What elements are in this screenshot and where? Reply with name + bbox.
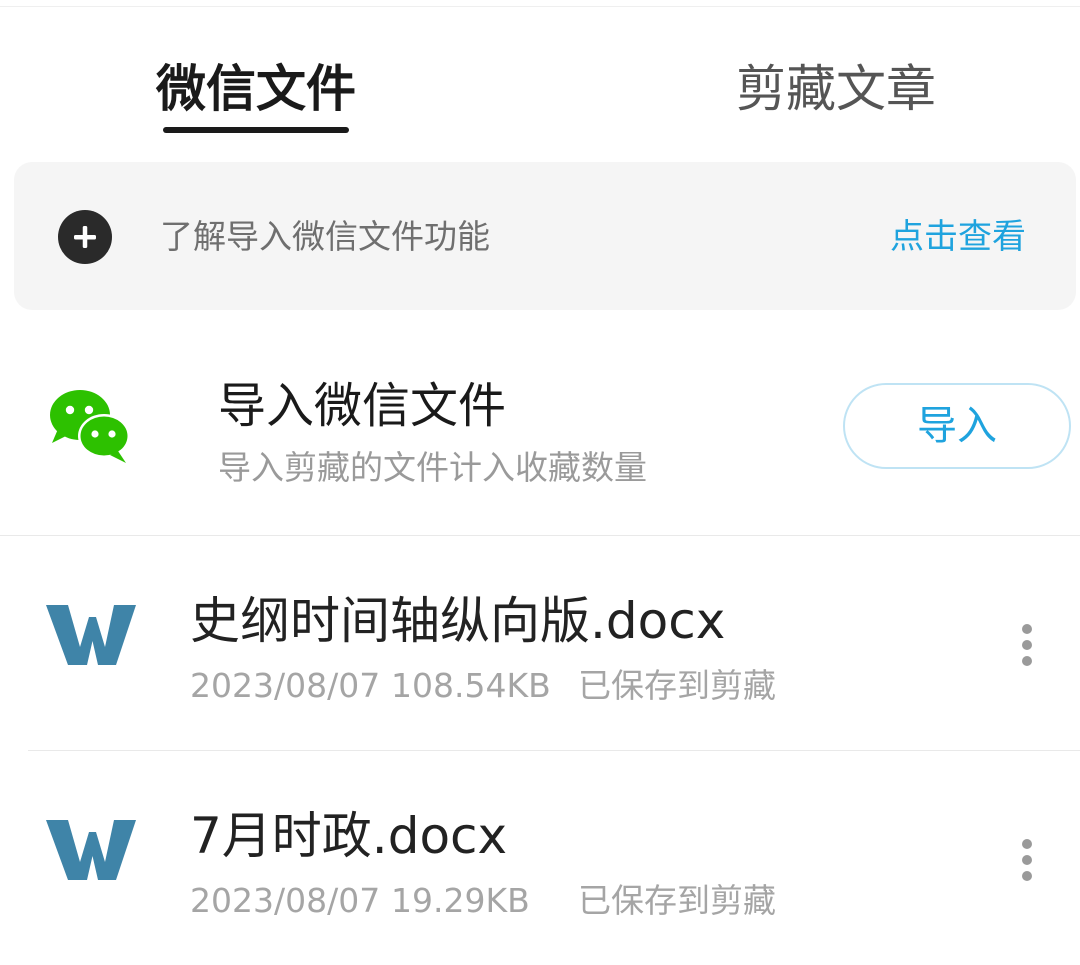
import-wechat-section: 导入微信文件 导入剪藏的文件计入收藏数量 导入: [0, 340, 1080, 530]
file-name: 7月时政.docx: [190, 807, 508, 865]
row-divider: [28, 750, 1080, 751]
active-tab-indicator: [163, 127, 349, 133]
file-size: 19.29KB: [391, 881, 530, 920]
file-date: 2023/08/07: [190, 666, 381, 705]
plus-circle-icon: [58, 210, 112, 264]
view-details-link[interactable]: 点击查看: [890, 212, 1026, 262]
word-doc-icon: [46, 820, 136, 880]
banner-text: 了解导入微信文件功能: [160, 217, 490, 256]
file-date: 2023/08/07: [190, 881, 381, 920]
top-divider: [0, 6, 1080, 7]
tab-wechat-files[interactable]: 微信文件: [156, 58, 356, 120]
section-divider: [0, 535, 1080, 536]
import-subtitle: 导入剪藏的文件计入收藏数量: [218, 448, 647, 487]
page: 微信文件 剪藏文章 了解导入微信文件功能 点击查看 导入微信文件 导入剪藏的文件…: [0, 0, 1080, 965]
file-status: 已保存到剪藏: [578, 666, 776, 705]
import-title: 导入微信文件: [218, 378, 507, 434]
file-size: 108.54KB: [391, 666, 551, 705]
tab-clipped-articles[interactable]: 剪藏文章: [736, 58, 936, 120]
wechat-icon: [50, 390, 130, 463]
info-banner: 了解导入微信文件功能 点击查看: [14, 162, 1076, 310]
file-name: 史纲时间轴纵向版.docx: [190, 592, 726, 650]
file-list-item[interactable]: 史纲时间轴纵向版.docx 2023/08/07 108.54KB 已保存到剪藏: [0, 540, 1080, 750]
more-options-icon[interactable]: [1008, 620, 1046, 670]
file-status: 已保存到剪藏: [578, 881, 776, 920]
word-doc-icon: [46, 605, 136, 665]
more-options-icon[interactable]: [1008, 835, 1046, 885]
import-button[interactable]: 导入: [843, 383, 1071, 469]
file-list-item[interactable]: 7月时政.docx 2023/08/07 19.29KB 已保存到剪藏: [0, 755, 1080, 965]
